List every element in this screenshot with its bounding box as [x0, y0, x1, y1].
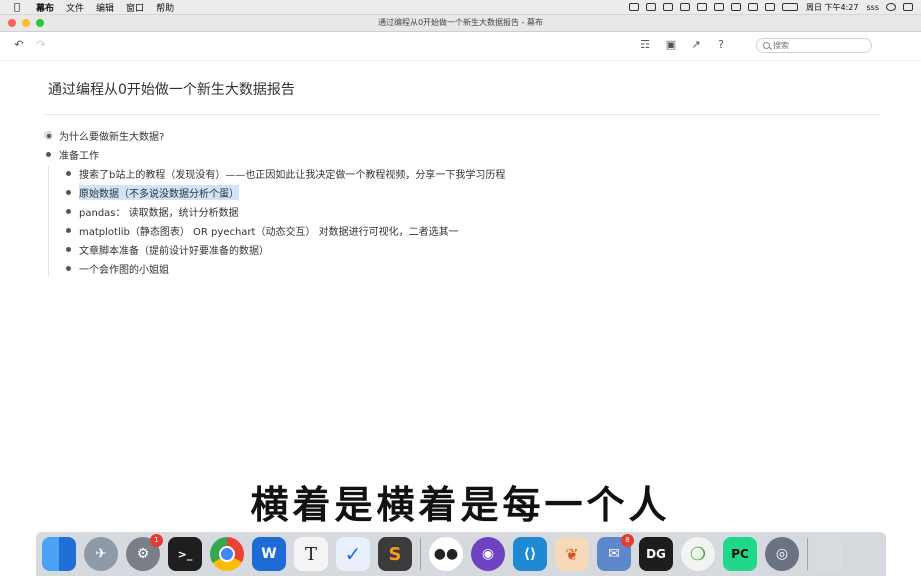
butterfly-icon[interactable]: ❦	[555, 537, 589, 571]
bullet-icon[interactable]	[66, 247, 71, 252]
redo-icon[interactable]: ↷	[34, 38, 48, 52]
app-status-icon[interactable]	[679, 3, 690, 11]
bullet-icon[interactable]	[46, 152, 51, 157]
outline-children: 搜索了b站上的教程（发现没有）——也正因如此让我决定做一个教程视频，分享一下我学…	[42, 164, 505, 278]
outline-item-text[interactable]: matplotlib（静态图表） OR pyechart（动态交互） 对数据进行…	[79, 223, 459, 238]
share-icon[interactable]: ↗	[689, 38, 703, 52]
search-box[interactable]	[756, 38, 872, 53]
chrome-icon[interactable]	[210, 537, 244, 571]
outline-item-text[interactable]: 一个会作图的小姐姐	[79, 261, 169, 276]
menu-clock[interactable]: 周日 下午4:27	[806, 2, 859, 13]
typora-icon[interactable]: T	[294, 537, 328, 571]
terminal-icon[interactable]: >_	[168, 537, 202, 571]
datagrip-icon[interactable]: DG	[639, 537, 673, 571]
trash-icon[interactable]	[816, 537, 842, 571]
outline-item-text[interactable]: 准备工作	[59, 147, 99, 162]
dvd-player-icon[interactable]: ◎	[765, 537, 799, 571]
bluetooth-icon[interactable]	[713, 3, 724, 11]
todo-icon[interactable]: ✓	[336, 537, 370, 571]
menu-app-name[interactable]: 幕布	[36, 1, 54, 14]
dock: ✈ ⚙ 1 >_ W T ✓ S ●● ◉ ⟨⟩ ❦ ✉ 8 DG ❍ PC ◎	[36, 532, 886, 576]
outline-item-text[interactable]: 为什么要做新生大数据?	[59, 128, 164, 143]
preview-icon[interactable]: ✉ 8	[597, 534, 634, 571]
bullet-icon[interactable]	[66, 228, 71, 233]
undo-icon[interactable]: ↶	[12, 38, 26, 52]
bullet-icon[interactable]	[66, 209, 71, 214]
bullet-icon[interactable]	[66, 171, 71, 176]
document-title[interactable]: 通过编程从0开始做一个新生大数据报告	[48, 79, 295, 99]
volume-icon[interactable]	[764, 3, 775, 11]
search-input[interactable]	[773, 41, 853, 50]
cloud-icon[interactable]	[696, 3, 707, 11]
toolbar: ↶ ↷ ☶ ▣ ↗ ?	[0, 32, 921, 61]
outline-item-text[interactable]: pandas： 读取数据，统计分析数据	[79, 204, 239, 219]
outline-item-text[interactable]: 搜索了b站上的教程（发现没有）——也正因如此让我决定做一个教程视频，分享一下我学…	[79, 166, 505, 181]
search-icon	[763, 42, 770, 49]
mindmap-icon[interactable]: ☶	[638, 38, 652, 52]
outline-item[interactable]: 原始数据（不多说没数据分析个蛋）	[42, 183, 505, 202]
mubu-icon[interactable]: ●●	[429, 537, 463, 571]
anaconda-icon[interactable]: ❍	[681, 537, 715, 571]
launchpad-icon[interactable]: ✈	[84, 537, 118, 571]
outline-item[interactable]: 准备工作	[42, 145, 505, 164]
notification-center-icon[interactable]	[903, 3, 913, 11]
menu-file[interactable]: 文件	[66, 1, 84, 14]
input-source-icon[interactable]	[662, 3, 673, 11]
outline-item-text[interactable]: 文章脚本准备（提前设计好要准备的数据）	[79, 242, 269, 257]
menu-user[interactable]: sss	[866, 3, 879, 12]
dock-separator	[420, 538, 421, 570]
title-divider	[44, 114, 880, 115]
dock-separator	[807, 538, 808, 570]
zoom-window-button[interactable]	[36, 19, 44, 27]
menu-status-area: 周日 下午4:27 sss	[622, 0, 921, 14]
wifi-icon[interactable]	[747, 3, 758, 11]
outline-item[interactable]: pandas： 读取数据，统计分析数据	[42, 202, 505, 221]
vscode-icon[interactable]: ⟨⟩	[513, 537, 547, 571]
search-spotlight-icon[interactable]	[886, 3, 896, 11]
present-icon[interactable]: ▣	[664, 38, 678, 52]
notification-badge: 1	[150, 534, 163, 547]
outline: 为什么要做新生大数据? 准备工作 搜索了b站上的教程（发现没有）——也正因如此让…	[42, 126, 505, 278]
document-area: 通过编程从0开始做一个新生大数据报告 为什么要做新生大数据? 准备工作 搜索了b…	[0, 61, 921, 531]
outline-item[interactable]: 为什么要做新生大数据?	[42, 126, 505, 145]
finder-icon[interactable]	[42, 537, 76, 571]
bullet-icon[interactable]	[66, 266, 71, 271]
bullet-icon[interactable]	[66, 190, 71, 195]
wps-icon[interactable]: W	[252, 537, 286, 571]
minimize-window-button[interactable]	[22, 19, 30, 27]
clock-icon[interactable]	[730, 3, 741, 11]
window-title-bar: 通过编程从0开始做一个新生大数据报告 - 幕布	[0, 15, 921, 32]
video-subtitle: 横着是横着是每一个人	[250, 483, 671, 527]
github-desktop-icon[interactable]: ◉	[471, 537, 505, 571]
sublime-text-icon[interactable]: S	[378, 537, 412, 571]
system-preferences-icon[interactable]: ⚙ 1	[126, 534, 163, 571]
close-window-button[interactable]	[8, 19, 16, 27]
menu-bar:  幕布 文件 编辑 窗口 帮助 周日 下午4:27 sss	[0, 0, 921, 15]
notification-badge: 8	[621, 534, 634, 547]
menu-help[interactable]: 帮助	[156, 1, 174, 14]
outline-item[interactable]: 文章脚本准备（提前设计好要准备的数据）	[42, 240, 505, 259]
menu-window[interactable]: 窗口	[126, 1, 144, 14]
menu-edit[interactable]: 编辑	[96, 1, 114, 14]
screen-record-icon[interactable]	[628, 3, 639, 11]
apple-icon[interactable]: 	[12, 2, 22, 13]
outline-item-text-selected[interactable]: 原始数据（不多说没数据分析个蛋）	[79, 185, 239, 200]
collapsed-bullet-icon[interactable]	[44, 131, 53, 140]
wechat-icon[interactable]	[645, 3, 656, 11]
help-icon[interactable]: ?	[714, 38, 728, 52]
outline-item[interactable]: 一个会作图的小姐姐	[42, 259, 505, 278]
battery-icon[interactable]	[781, 3, 798, 11]
pycharm-icon[interactable]: PC	[723, 537, 757, 571]
outline-item[interactable]: matplotlib（静态图表） OR pyechart（动态交互） 对数据进行…	[42, 221, 505, 240]
outline-item[interactable]: 搜索了b站上的教程（发现没有）——也正因如此让我决定做一个教程视频，分享一下我学…	[42, 164, 505, 183]
window-title: 通过编程从0开始做一个新生大数据报告 - 幕布	[377, 18, 544, 27]
